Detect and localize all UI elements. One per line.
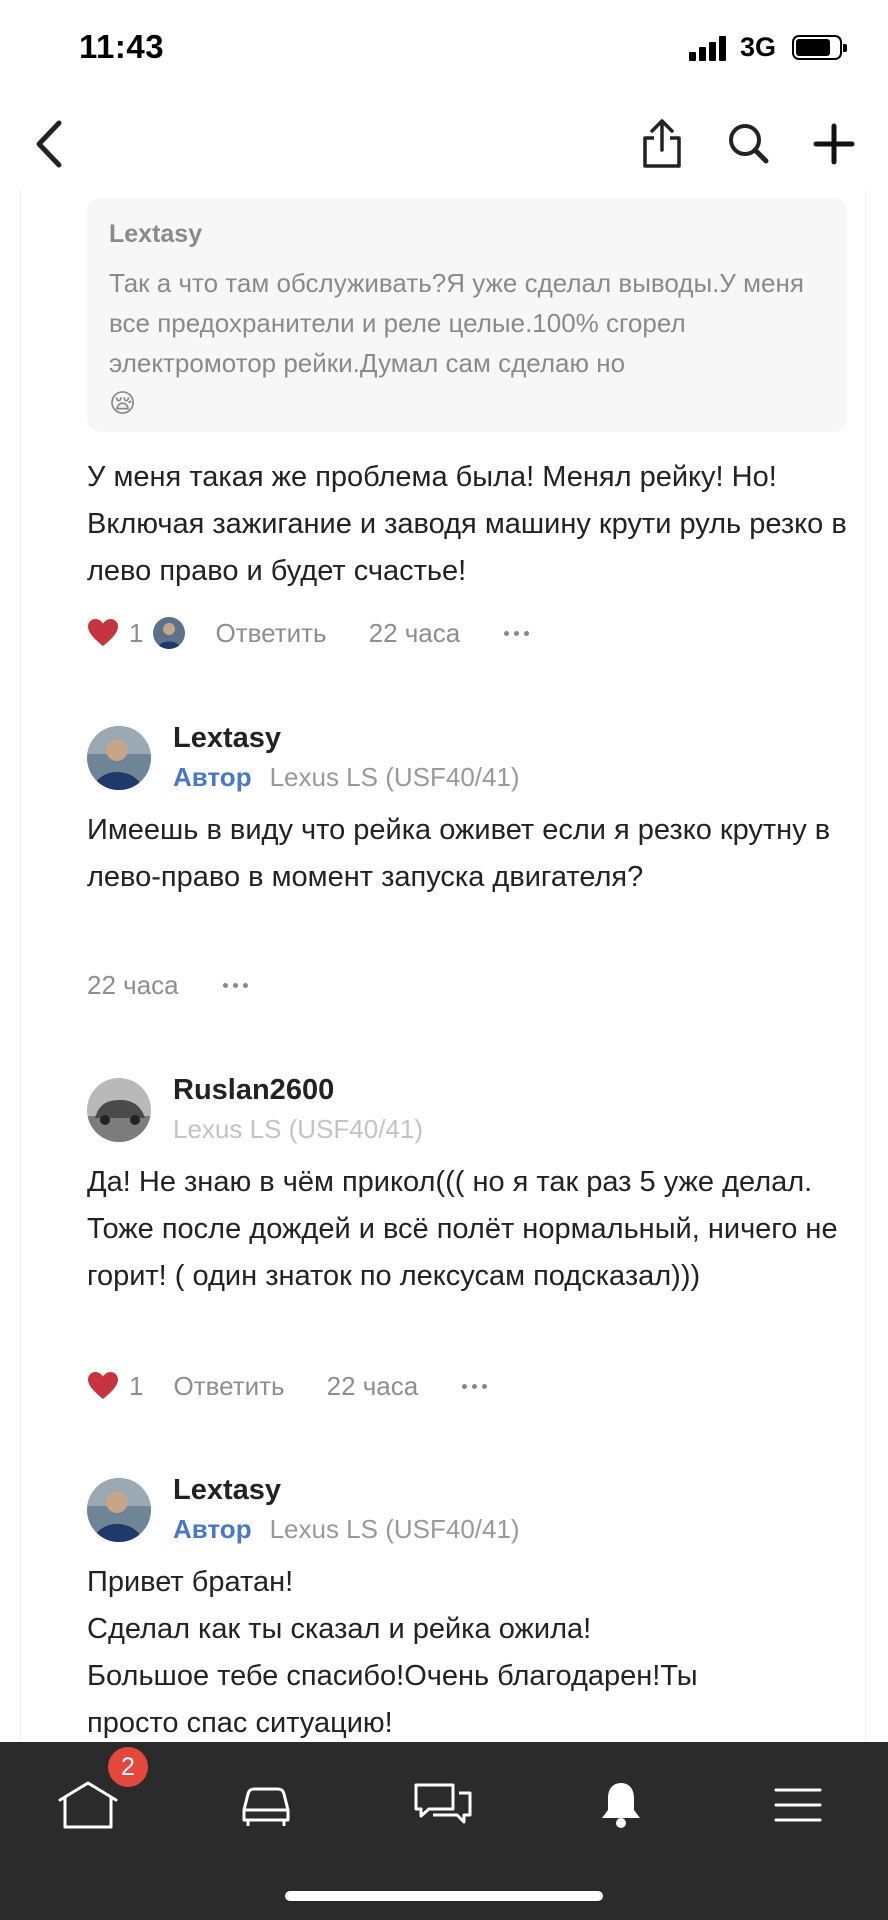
reply-button[interactable]: Ответить: [215, 618, 326, 649]
tab-notifications[interactable]: [576, 1770, 666, 1840]
quote-author: Lextasy: [109, 220, 203, 248]
more-icon[interactable]: [462, 1383, 488, 1389]
sleepy-emoji: 😪: [109, 388, 137, 418]
heart-icon[interactable]: [87, 1371, 119, 1401]
menu-icon: [774, 1788, 822, 1822]
home-badge: 2: [108, 1747, 148, 1787]
tab-menu[interactable]: [753, 1770, 843, 1840]
network-label: 3G: [739, 32, 776, 62]
signal-icon: [688, 35, 726, 61]
avatar[interactable]: [87, 1078, 151, 1142]
bell-icon: [602, 1783, 640, 1828]
comment-line: Большое тебе спасибо!Очень благодарен!Ты: [87, 1660, 698, 1692]
status-indicators: 3G: [688, 32, 847, 63]
comment-line: Сделал как ты сказал и рейка ожила!: [87, 1613, 592, 1645]
comment-text: Привет братан! Сделал как ты сказал и ре…: [87, 1559, 847, 1742]
quoted-comment: Lextasy Так а что там обслуживать?Я уже …: [87, 198, 847, 432]
quote-body: Так а что там обслуживать?Я уже сделал в…: [109, 268, 804, 378]
home-indicator[interactable]: [285, 1891, 603, 1901]
tab-garage[interactable]: [221, 1770, 311, 1840]
comment-line: Привет братан!: [87, 1566, 294, 1598]
nav-bar: [0, 95, 888, 190]
comments-feed[interactable]: Lextasy Так а что там обслуживать?Я уже …: [20, 190, 866, 1742]
more-icon[interactable]: [222, 982, 248, 988]
chat-icon: [414, 1783, 472, 1824]
heart-icon[interactable]: [87, 618, 119, 648]
liker-avatar[interactable]: [153, 617, 186, 649]
share-icon: [643, 119, 681, 168]
comment-time: 22 часа: [87, 969, 179, 1000]
author-meta: Lexus LS (USF40/41): [173, 1114, 423, 1145]
status-bar: 11:43 3G: [0, 0, 888, 95]
comment-text: Да! Не знаю в чём прикол((( но я так раз…: [87, 1166, 838, 1292]
status-time: 11:43: [79, 28, 165, 65]
author-name[interactable]: Lextasy: [173, 722, 281, 755]
avatar[interactable]: [87, 726, 151, 790]
comment-actions: 1 Ответить 22 часа: [87, 613, 530, 653]
comment-text: Имеешь в виду что рейка оживет если я ре…: [87, 814, 831, 893]
more-icon[interactable]: [504, 630, 530, 636]
author-car[interactable]: Lexus LS (USF40/41): [270, 762, 520, 792]
author-badge: Автор: [173, 1514, 252, 1544]
comment-time: 22 часа: [326, 1370, 419, 1401]
quote-text: Так а что там обслуживать?Я уже сделал в…: [109, 263, 825, 423]
back-button[interactable]: [14, 109, 84, 179]
comment-line: просто спас ситуацию!: [87, 1707, 393, 1739]
comment-text: У меня такая же проблема была! Менял рей…: [87, 461, 847, 587]
home-icon: [58, 1781, 118, 1829]
like-count: 1: [129, 1370, 144, 1401]
share-button[interactable]: [627, 109, 697, 179]
plus-icon: [813, 123, 855, 165]
battery-icon: [792, 35, 847, 60]
author-meta: Автор Lexus LS (USF40/41): [173, 762, 520, 793]
author-name[interactable]: Lextasy: [173, 1474, 281, 1507]
comment-actions: 1 Ответить 22 часа: [87, 1366, 488, 1406]
add-button[interactable]: [799, 109, 869, 179]
car-icon: [242, 1787, 290, 1826]
search-icon: [729, 124, 769, 164]
author-car[interactable]: Lexus LS (USF40/41): [270, 1514, 520, 1544]
reply-button[interactable]: Ответить: [173, 1371, 284, 1402]
author-badge: Автор: [173, 762, 252, 792]
tab-messages[interactable]: [398, 1770, 488, 1840]
chevron-left-icon: [36, 120, 62, 168]
author-name[interactable]: Ruslan2600: [173, 1074, 334, 1107]
comment-actions: 22 часа: [87, 965, 248, 1005]
like-count: 1: [129, 617, 144, 648]
author-car[interactable]: Lexus LS (USF40/41): [173, 1114, 423, 1144]
search-button[interactable]: [714, 109, 784, 179]
avatar[interactable]: [87, 1478, 151, 1542]
author-meta: Автор Lexus LS (USF40/41): [173, 1514, 520, 1545]
comment-time: 22 часа: [368, 617, 461, 648]
